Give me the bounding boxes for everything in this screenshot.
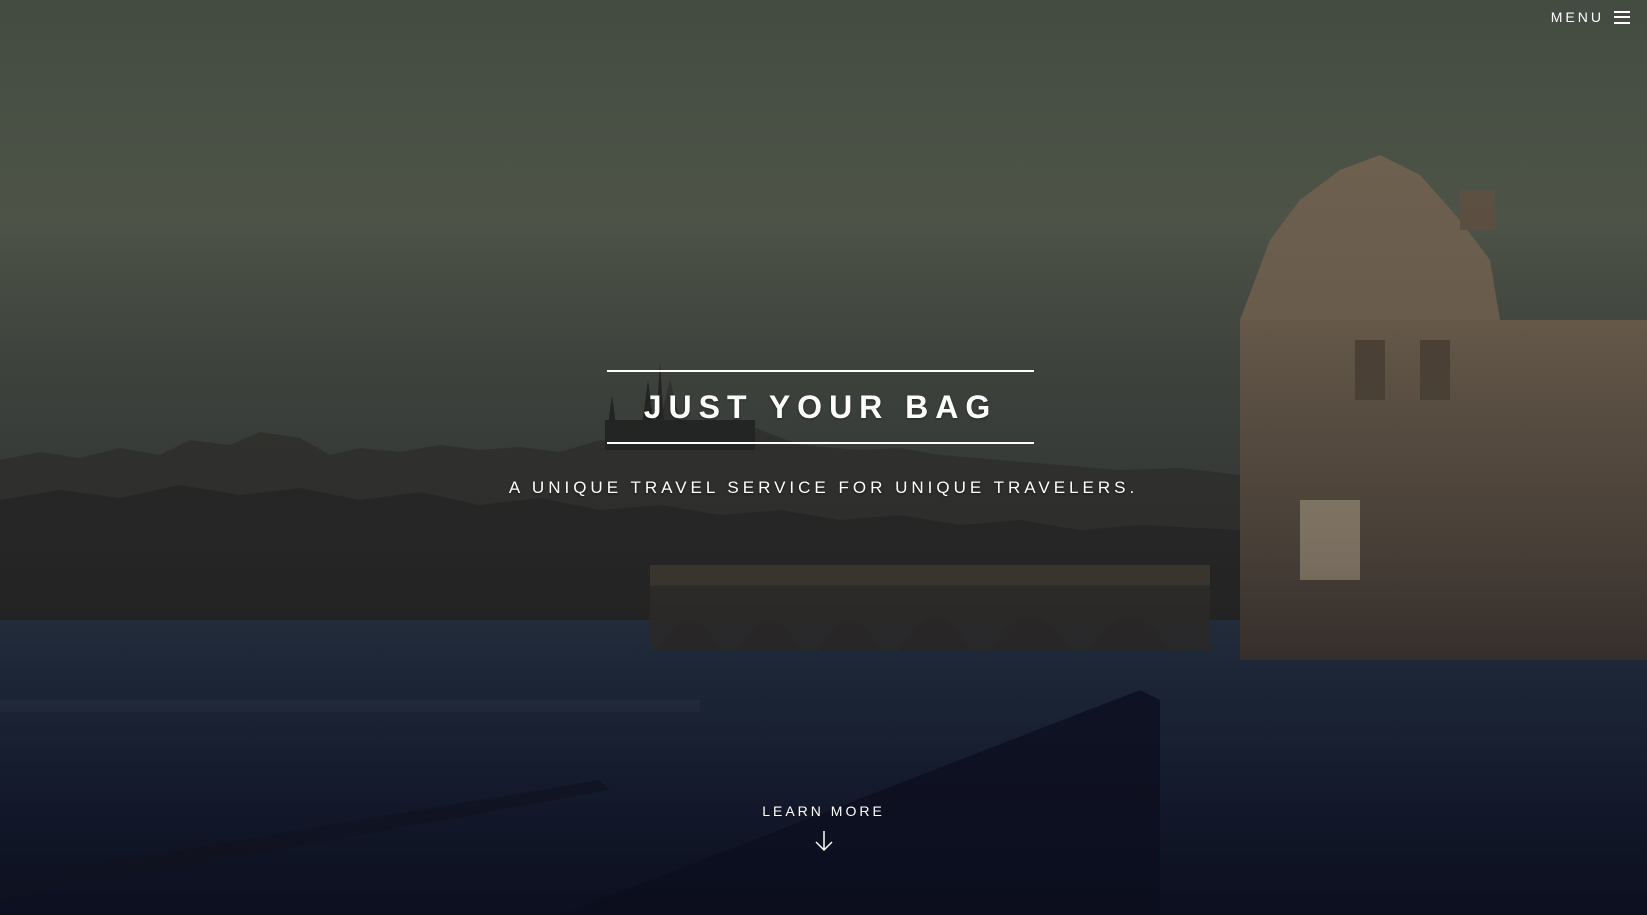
menu-button[interactable]: MENU xyxy=(1551,9,1630,25)
page-title: JUST YOUR BAG xyxy=(643,388,998,425)
dark-overlay xyxy=(0,0,1647,915)
hero-subtitle: A UNIQUE TRAVEL SERVICE FOR UNIQUE TRAVE… xyxy=(508,478,1139,497)
hamburger-icon[interactable] xyxy=(1614,10,1630,24)
arrow-down-icon[interactable] xyxy=(812,829,836,853)
menu-label: MENU xyxy=(1550,9,1604,25)
learn-more-link[interactable]: LEARN MORE xyxy=(0,803,1647,853)
title-frame: JUST YOUR BAG xyxy=(607,370,1034,444)
learn-more-label: LEARN MORE xyxy=(762,803,885,819)
hero-section: MENU JUST YOUR BAG A UNIQUE TRAVEL SERVI… xyxy=(0,0,1647,915)
